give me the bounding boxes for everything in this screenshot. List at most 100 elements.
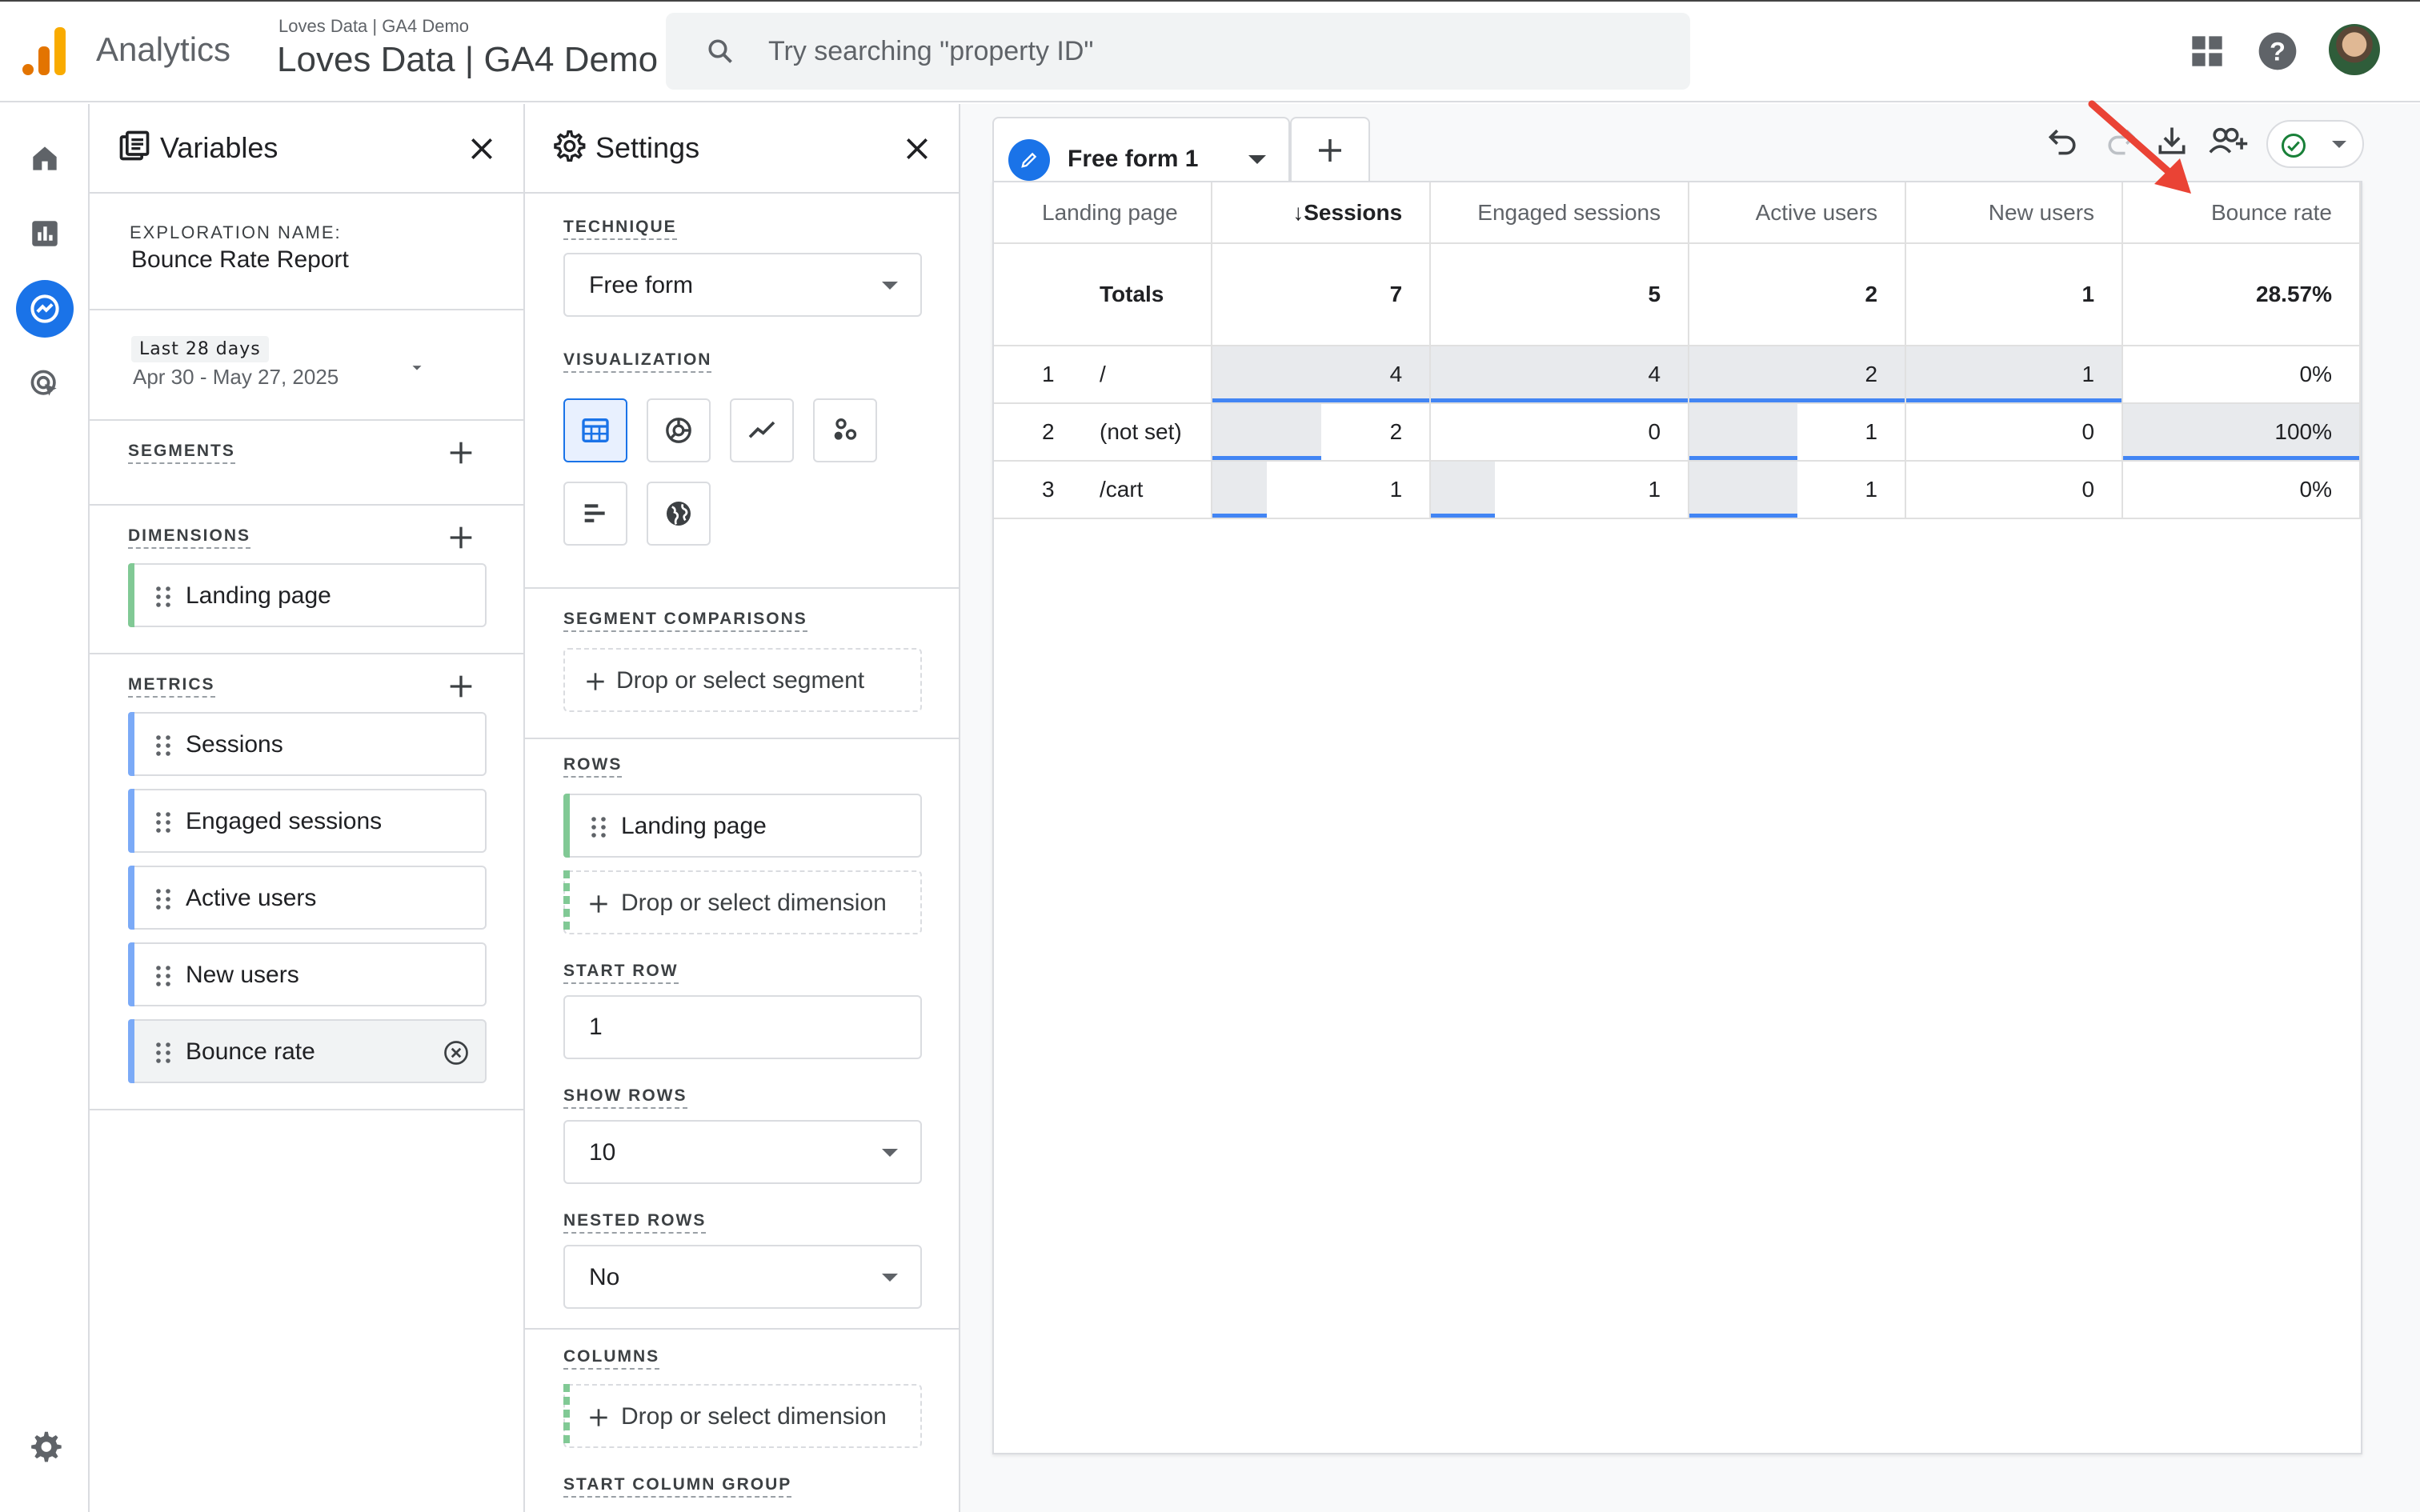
add-metric-icon[interactable]	[445, 670, 477, 702]
dimension-chip[interactable]: Landing page	[128, 563, 487, 627]
analytics-logo[interactable]	[22, 27, 67, 75]
product-name: Analytics	[96, 30, 231, 68]
columns-label: COLUMNS	[563, 1347, 660, 1370]
left-nav-rail	[0, 104, 90, 1512]
table-row[interactable]: 2 (not set) 2 0 1 0 100%	[994, 403, 2361, 462]
metric-value: 0	[2081, 419, 2095, 444]
row-dimension-cell[interactable]: 1/	[994, 346, 1212, 404]
nested-rows-value: No	[589, 1264, 620, 1290]
metric-chip-engaged-sessions[interactable]: Engaged sessions	[128, 789, 487, 853]
metric-cell: 2	[1211, 403, 1432, 462]
divider	[90, 309, 523, 310]
column-header-label: Sessions	[1304, 199, 1403, 225]
start-row-input[interactable]	[563, 995, 922, 1059]
remove-circle-icon[interactable]	[442, 1038, 471, 1067]
cell-bar-fill	[1431, 462, 1496, 517]
close-icon[interactable]	[466, 133, 498, 165]
explore-icon	[30, 294, 59, 323]
column-header-landing-page[interactable]: Landing page	[994, 182, 1212, 244]
drag-handle-icon[interactable]	[154, 1042, 173, 1064]
drag-handle-icon[interactable]	[154, 811, 173, 834]
viz-line-button[interactable]	[730, 398, 794, 462]
nested-rows-select[interactable]: No	[563, 1245, 922, 1309]
metric-cell: 2	[1689, 346, 1907, 404]
metric-chip-bounce-rate[interactable]: Bounce rate	[128, 1019, 487, 1083]
total-bounce-rate: 28.57%	[2122, 243, 2361, 346]
nav-reports[interactable]	[16, 205, 74, 262]
free-form-table: Landing page ↓Sessions Engaged sessions …	[992, 181, 2362, 1454]
segment-comparisons-label: SEGMENT COMPARISONS	[563, 610, 807, 632]
undo-icon[interactable]	[2045, 123, 2081, 158]
metric-chip-active-users[interactable]: Active users	[128, 866, 487, 930]
columns-drop-zone[interactable]: Drop or select dimension	[563, 1384, 922, 1448]
metric-chip-new-users[interactable]: New users	[128, 942, 487, 1006]
svg-text:?: ?	[2270, 37, 2286, 66]
account-avatar[interactable]	[2329, 24, 2380, 75]
rows-dimension-chip[interactable]: Landing page	[563, 794, 922, 858]
viz-table-button[interactable]	[563, 398, 627, 462]
drag-handle-icon[interactable]	[154, 965, 173, 987]
chevron-down-icon[interactable]	[408, 358, 426, 376]
drag-handle-icon[interactable]	[589, 816, 608, 838]
show-rows-select[interactable]: 10	[563, 1120, 922, 1184]
nav-admin[interactable]	[16, 1418, 74, 1475]
segment-drop-zone[interactable]: Drop or select segment	[563, 648, 922, 712]
drag-handle-icon[interactable]	[154, 888, 173, 910]
date-preset-badge[interactable]: Last 28 days	[131, 336, 269, 362]
search-input[interactable]	[768, 29, 1649, 74]
technique-label: TECHNIQUE	[563, 218, 677, 240]
cell-bar-fill	[1212, 404, 1321, 459]
column-header-sessions[interactable]: ↓Sessions	[1211, 182, 1432, 244]
add-segment-icon[interactable]	[445, 437, 477, 469]
add-dimension-icon[interactable]	[445, 522, 477, 554]
drag-handle-icon[interactable]	[154, 586, 173, 608]
row-dimension-cell[interactable]: 3/cart	[994, 461, 1212, 519]
metric-value: 1	[1865, 419, 1878, 444]
date-range[interactable]: Apr 30 - May 27, 2025	[133, 365, 339, 390]
caret-down-icon	[882, 1274, 898, 1282]
viz-geo-button[interactable]	[647, 482, 711, 546]
nav-home[interactable]	[16, 130, 74, 187]
nav-advertising[interactable]	[16, 355, 74, 413]
table-row[interactable]: 1/ 4 4 2 1 0%	[994, 346, 2361, 404]
search-bar[interactable]	[666, 13, 1690, 90]
settings-title: Settings	[595, 131, 700, 164]
total-new-users: 1	[1905, 243, 2124, 346]
caret-down-icon	[882, 282, 898, 290]
row-number: 1	[1042, 362, 1055, 386]
drag-handle-icon[interactable]	[154, 734, 173, 757]
technique-select[interactable]: Free form	[563, 253, 922, 317]
total-sessions: 7	[1211, 243, 1432, 346]
metric-label: Engaged sessions	[186, 808, 383, 834]
viz-donut-button[interactable]	[647, 398, 711, 462]
rows-drop-zone[interactable]: Drop or select dimension	[563, 870, 922, 934]
rows-drop-text: Drop or select dimension	[621, 890, 887, 916]
exploration-name[interactable]: Bounce Rate Report	[131, 246, 349, 274]
data-quality-status[interactable]	[2266, 120, 2364, 168]
caret-down-icon[interactable]	[1248, 155, 1266, 164]
viz-scatter-button[interactable]	[813, 398, 877, 462]
apps-grid-icon[interactable]	[2185, 29, 2230, 74]
table-row[interactable]: 3/cart 1 1 1 0 0%	[994, 461, 2361, 519]
close-icon[interactable]	[901, 133, 933, 165]
start-row-label: START ROW	[563, 962, 679, 984]
metric-chip-sessions[interactable]: Sessions	[128, 712, 487, 776]
help-icon[interactable]: ?	[2255, 29, 2300, 74]
segment-drop-text: Drop or select segment	[616, 667, 865, 694]
property-selector[interactable]: Loves Data | GA4 Demo	[277, 40, 658, 80]
property-breadcrumb[interactable]: Loves Data | GA4 Demo	[278, 16, 469, 37]
edit-pencil-icon[interactable]	[1008, 139, 1050, 181]
share-user-icon[interactable]	[2209, 123, 2249, 158]
metric-value: 4	[1648, 362, 1661, 386]
metric-cell: 100%	[2122, 403, 2361, 462]
column-header-active-users[interactable]: Active users	[1689, 182, 1907, 244]
caret-down-icon	[882, 1149, 898, 1157]
metric-cell: 0	[1430, 403, 1690, 462]
rows-label: ROWS	[563, 755, 623, 778]
row-dimension-cell[interactable]: 2 (not set)	[994, 403, 1212, 462]
column-header-engaged-sessions[interactable]: Engaged sessions	[1430, 182, 1690, 244]
metric-cell: 4	[1430, 346, 1690, 404]
viz-bar-button[interactable]	[563, 482, 627, 546]
nav-explore[interactable]	[16, 280, 74, 338]
add-tab-button[interactable]	[1290, 117, 1370, 184]
